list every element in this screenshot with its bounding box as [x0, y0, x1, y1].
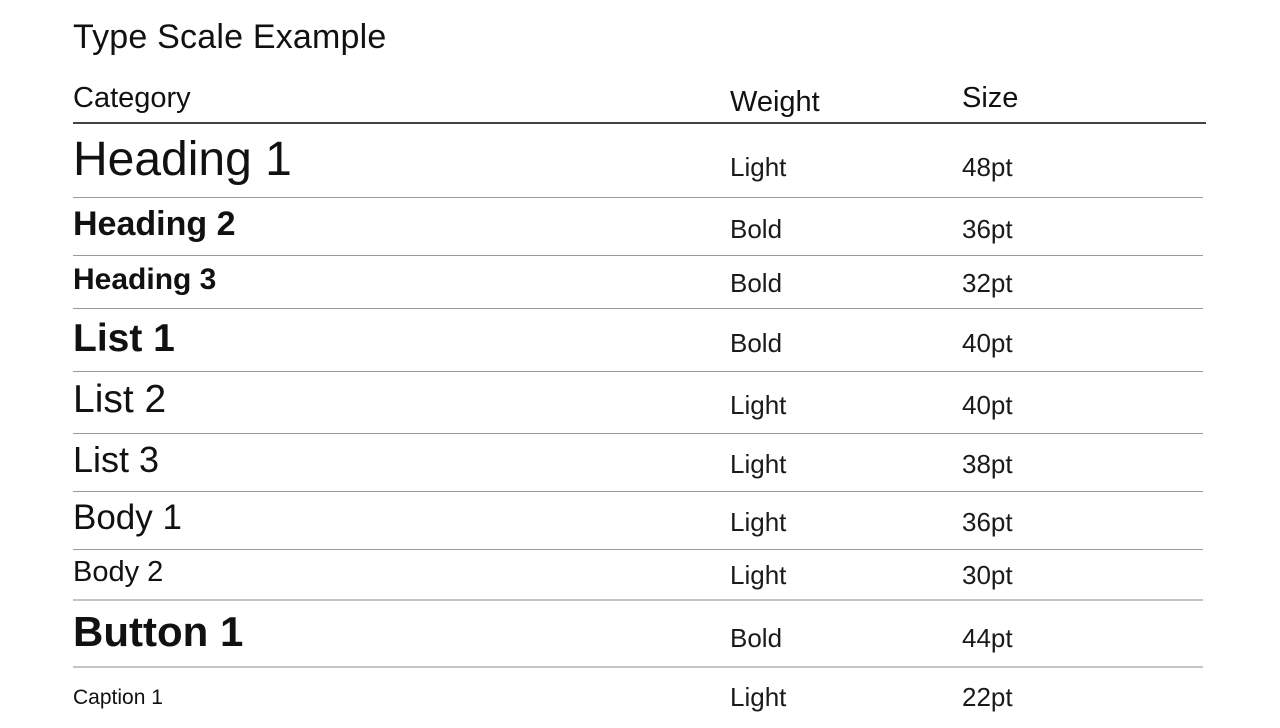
page-title: Type Scale Example: [73, 18, 387, 56]
row-size: 36pt: [962, 214, 1013, 244]
row-divider: [73, 433, 1203, 434]
row-category: List 3: [73, 439, 160, 480]
row-size: 38pt: [962, 449, 1013, 479]
row-category: Heading 2: [73, 205, 236, 243]
row-weight: Bold: [730, 214, 783, 244]
row-size: 44pt: [962, 623, 1013, 653]
row-size: 30pt: [962, 560, 1013, 590]
row-divider: [73, 308, 1203, 309]
column-header-size: Size: [962, 82, 1019, 114]
row-category: List 2: [73, 378, 167, 421]
row-size: 22pt: [962, 682, 1013, 712]
row-category: Body 1: [73, 498, 182, 537]
row-size: 40pt: [962, 390, 1013, 420]
row-weight: Light: [730, 152, 787, 182]
row-size: 40pt: [962, 328, 1013, 358]
row-category: Button 1: [73, 608, 244, 655]
row-weight: Light: [730, 390, 787, 420]
row-divider: [73, 549, 1203, 550]
row-category: Body 2: [73, 556, 164, 588]
row-weight: Light: [730, 449, 787, 479]
row-divider: [73, 197, 1203, 198]
column-header-category: Category: [73, 82, 191, 114]
row-divider: [73, 599, 1203, 601]
row-size: 48pt: [962, 152, 1013, 182]
row-divider: [73, 255, 1203, 256]
header-divider: [73, 122, 1206, 124]
row-size: 36pt: [962, 507, 1013, 537]
row-weight: Light: [730, 682, 787, 712]
row-size: 32pt: [962, 268, 1013, 298]
row-category: Heading 3: [73, 263, 217, 296]
row-weight: Light: [730, 507, 787, 537]
row-weight: Bold: [730, 268, 783, 298]
row-divider: [73, 491, 1203, 492]
row-divider: [73, 666, 1203, 668]
row-divider: [73, 371, 1203, 372]
column-header-weight: Weight: [730, 86, 820, 118]
row-category: Caption 1: [73, 686, 163, 709]
row-weight: Bold: [730, 623, 783, 653]
row-weight: Bold: [730, 328, 783, 358]
row-weight: Light: [730, 560, 787, 590]
row-category: Heading 1: [73, 133, 292, 186]
row-category: List 1: [73, 317, 175, 360]
